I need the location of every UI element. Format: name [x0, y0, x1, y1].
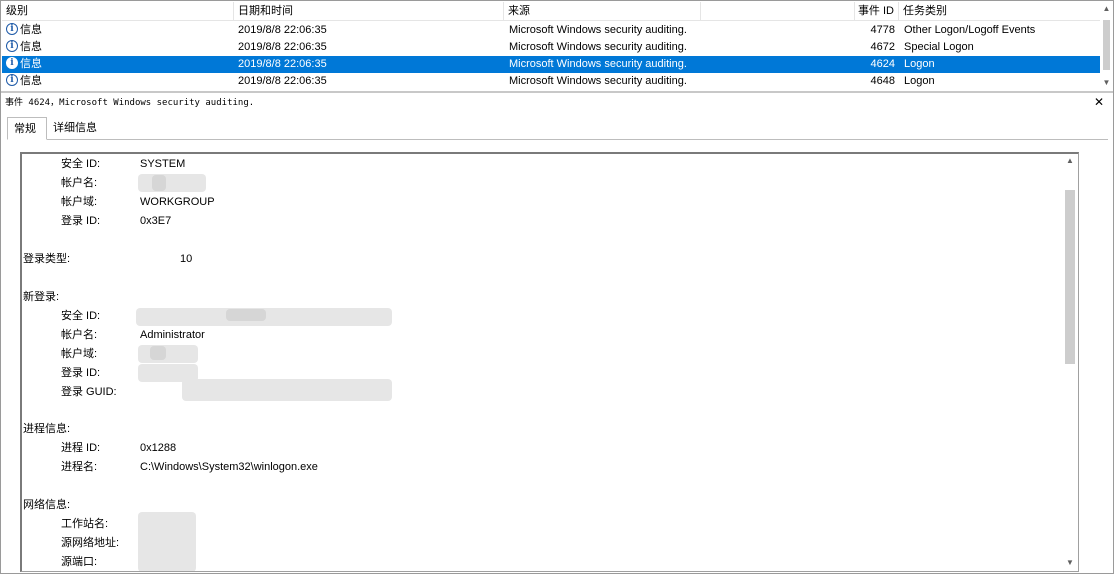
event-viewer-window: 级别 日期和时间 来源 事件 ID 任务类别 i 信息 2019/8/8 22:0…: [0, 0, 1114, 574]
redacted-value: [138, 512, 196, 571]
workstation-label: 工作站名:: [61, 518, 109, 530]
logon-type: 10: [180, 253, 193, 265]
new-account-domain-label: 帐户域:: [61, 348, 98, 360]
event-row[interactable]: i 信息 2019/8/8 22:06:35 Microsoft Windows …: [2, 39, 1100, 56]
subject-security-id-label: 安全 ID:: [61, 158, 101, 170]
new-logon-section: 新登录:: [23, 291, 60, 303]
logon-type-label: 登录类型:: [23, 253, 71, 265]
subject-logon-id-label: 登录 ID:: [61, 215, 101, 227]
process-name-label: 进程名:: [61, 461, 98, 473]
event-task: Logon: [904, 58, 935, 70]
new-account-name: Administrator: [140, 329, 205, 341]
column-header-event-id[interactable]: 事件 ID: [855, 2, 899, 21]
process-name: C:\Windows\System32\winlogon.exe: [140, 461, 318, 473]
tab-divider: [7, 139, 1108, 140]
event-source: Microsoft Windows security auditing.: [509, 58, 687, 70]
event-date: 2019/8/8 22:06:35: [238, 75, 327, 87]
event-source: Microsoft Windows security auditing.: [509, 41, 687, 53]
event-task: Special Logon: [904, 41, 974, 53]
subject-security-id: SYSTEM: [140, 158, 186, 170]
description-scroll-thumb[interactable]: [1065, 190, 1075, 364]
description-scrollbar[interactable]: ▲ ▼: [1062, 154, 1078, 571]
event-list-header: 级别 日期和时间 来源 事件 ID 任务类别: [2, 2, 1100, 21]
event-level-text: 信息: [20, 24, 42, 36]
event-list-scroll-thumb[interactable]: [1103, 20, 1110, 70]
new-account-name-label: 帐户名:: [61, 329, 98, 341]
event-date: 2019/8/8 22:06:35: [238, 58, 327, 70]
redacted-value: [182, 379, 392, 401]
column-header-spacer: [701, 2, 855, 21]
close-icon[interactable]: ✕: [1093, 95, 1105, 109]
subject-account-name-label: 帐户名:: [61, 177, 98, 189]
redacted-value: [138, 345, 198, 363]
info-icon: i: [6, 40, 18, 53]
process-id-label: 进程 ID:: [61, 442, 101, 454]
new-logon-id-label: 登录 ID:: [61, 367, 101, 379]
event-source: Microsoft Windows security auditing.: [509, 75, 687, 87]
event-row[interactable]: i 信息 2019/8/8 22:06:35 Microsoft Windows …: [2, 73, 1100, 90]
event-level: i 信息: [6, 73, 232, 90]
event-source: Microsoft Windows security auditing.: [509, 24, 687, 36]
subject-account-domain-label: 帐户域:: [61, 196, 98, 208]
source-port-label: 源端口:: [61, 556, 98, 568]
event-task: Logon: [904, 75, 935, 87]
event-list-scrollbar[interactable]: ▲ ▼: [1100, 2, 1113, 90]
event-id: 4624: [870, 58, 895, 70]
column-header-task[interactable]: 任务类别: [899, 2, 1100, 21]
redacted-value: [152, 175, 166, 191]
info-icon: i: [6, 23, 18, 36]
scroll-up-arrow-icon[interactable]: ▲: [1062, 154, 1078, 168]
redacted-value: [150, 346, 166, 360]
info-icon: i: [6, 74, 18, 87]
event-date: 2019/8/8 22:06:35: [238, 24, 327, 36]
pane-splitter[interactable]: [1, 91, 1113, 93]
event-description[interactable]: 安全 ID: SYSTEM 帐户名: 帐户域: WORKGROUP 登录 ID:…: [20, 152, 1079, 572]
event-id: 4672: [870, 41, 895, 53]
event-level: i 信息: [6, 39, 232, 56]
column-header-date[interactable]: 日期和时间: [234, 2, 504, 21]
event-task: Other Logon/Logoff Events: [904, 24, 1036, 36]
event-id: 4648: [870, 75, 895, 87]
column-header-level[interactable]: 级别: [2, 2, 234, 21]
scroll-down-arrow-icon[interactable]: ▼: [1062, 556, 1078, 570]
event-row-selected[interactable]: i 信息 2019/8/8 22:06:35 Microsoft Windows …: [2, 56, 1100, 73]
tab-general[interactable]: 常规: [7, 117, 47, 140]
detail-title: 事件 4624，Microsoft Windows security audit…: [5, 98, 255, 108]
process-section: 进程信息:: [23, 423, 71, 435]
network-section: 网络信息:: [23, 499, 71, 511]
tab-details[interactable]: 详细信息: [47, 117, 105, 139]
process-id: 0x1288: [140, 442, 177, 454]
event-level: i 信息: [6, 56, 232, 73]
scroll-up-arrow-icon[interactable]: ▲: [1100, 2, 1113, 16]
event-id: 4778: [870, 24, 895, 36]
new-security-id-label: 安全 ID:: [61, 310, 101, 322]
event-date: 2019/8/8 22:06:35: [238, 41, 327, 53]
new-logon-guid-label: 登录 GUID:: [61, 386, 117, 398]
event-level-text: 信息: [20, 75, 42, 87]
column-header-source[interactable]: 来源: [504, 2, 701, 21]
event-row[interactable]: i 信息 2019/8/8 22:06:35 Microsoft Windows …: [2, 22, 1100, 39]
event-level-text: 信息: [20, 58, 42, 70]
event-level-text: 信息: [20, 41, 42, 53]
event-level: i 信息: [6, 22, 232, 39]
scroll-down-arrow-icon[interactable]: ▼: [1100, 76, 1113, 90]
info-icon: i: [6, 57, 18, 70]
subject-logon-id: 0x3E7: [140, 215, 172, 227]
redacted-value: [138, 174, 206, 192]
event-list[interactable]: 级别 日期和时间 来源 事件 ID 任务类别 i 信息 2019/8/8 22:0…: [2, 2, 1113, 90]
source-address-label: 源网络地址:: [61, 537, 120, 549]
redacted-value: [226, 309, 266, 321]
subject-account-domain: WORKGROUP: [140, 196, 215, 208]
